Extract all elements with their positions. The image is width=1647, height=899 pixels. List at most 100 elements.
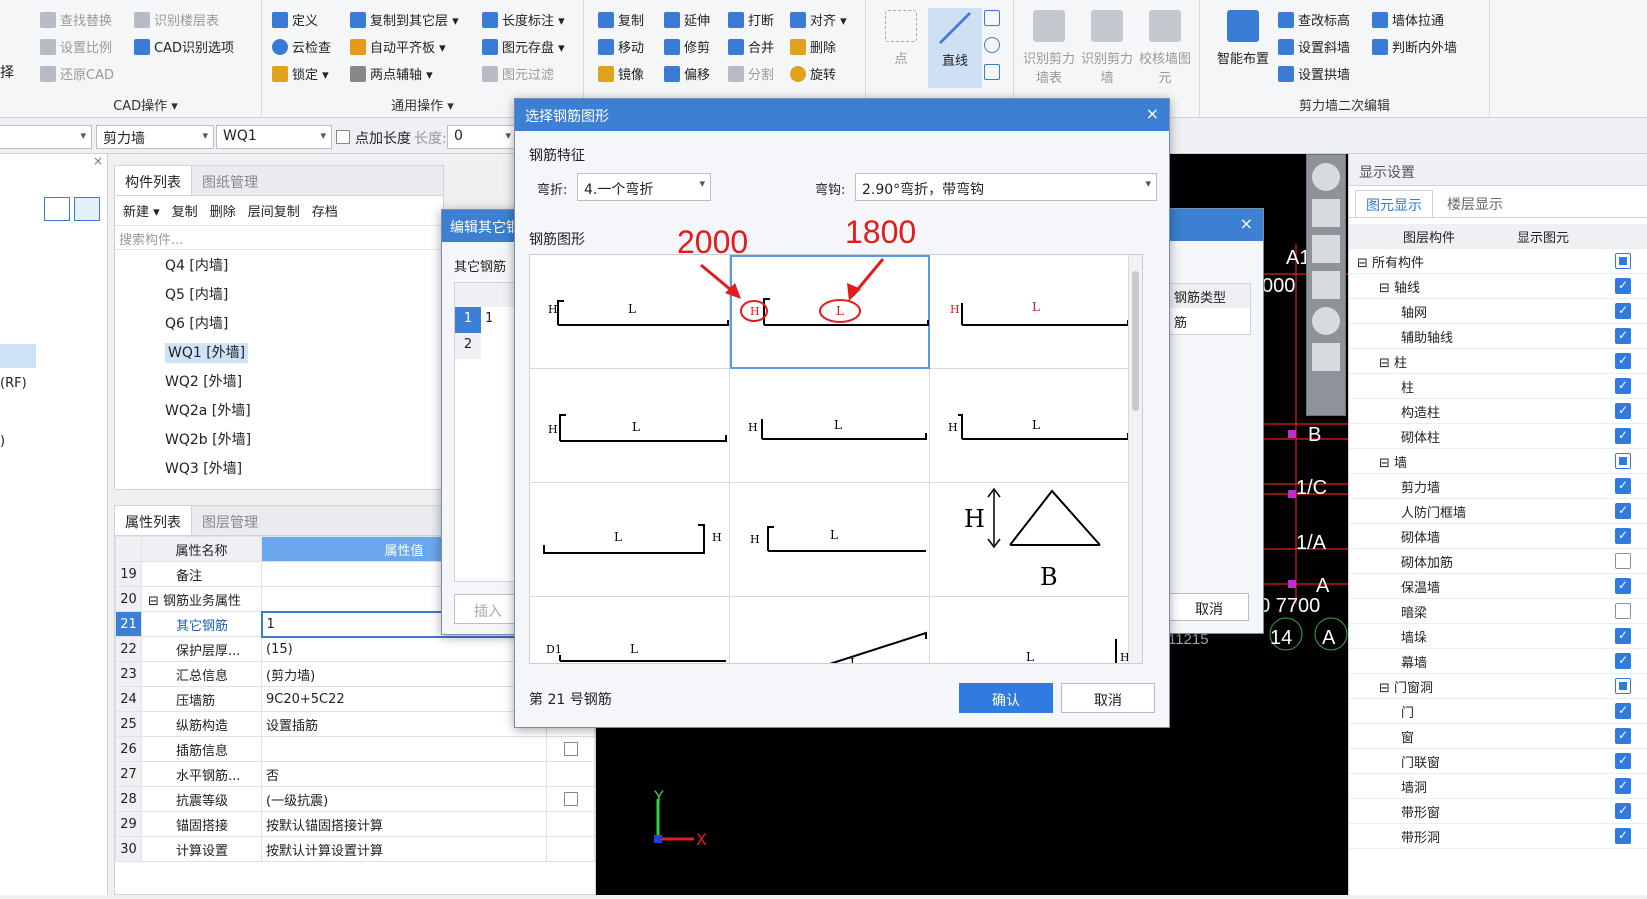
layer-tree-row[interactable]: 墙垛 bbox=[1349, 624, 1647, 649]
layer-tree-row[interactable]: 砌体加筋 bbox=[1349, 549, 1647, 574]
3d-view-icon[interactable] bbox=[1312, 199, 1340, 227]
edit-elevation-button[interactable]: 查改标高 bbox=[1278, 10, 1350, 29]
shape-grid-scrollbar[interactable] bbox=[1128, 255, 1142, 663]
cloud-check-button[interactable]: 云检查 bbox=[272, 37, 331, 56]
scrollbar-thumb[interactable] bbox=[1132, 271, 1139, 411]
layer-tree-row[interactable]: 幕墙 bbox=[1349, 649, 1647, 674]
visibility-checkbox[interactable] bbox=[1615, 453, 1631, 469]
copy-component-button[interactable]: 复制 bbox=[172, 201, 198, 220]
component-list-item[interactable]: WQ3 [外墙] bbox=[115, 453, 443, 482]
rebar-type-cancel-button[interactable]: 取消 bbox=[1169, 593, 1249, 621]
cube-view-icon[interactable] bbox=[1312, 235, 1340, 263]
check-wall-button[interactable]: 校核墙图元 bbox=[1138, 10, 1192, 86]
layer-tree-row[interactable]: 辅助轴线 bbox=[1349, 324, 1647, 349]
floor-select[interactable] bbox=[0, 125, 92, 149]
wall-stretch-button[interactable]: 墙体拉通 bbox=[1372, 10, 1444, 29]
rebar-shape-cell[interactable]: HL bbox=[730, 369, 930, 483]
visibility-checkbox[interactable] bbox=[1615, 403, 1631, 419]
trim-button[interactable]: 修剪 bbox=[664, 37, 710, 56]
layer-tree-row[interactable]: ⊟ 柱 bbox=[1349, 349, 1647, 374]
layer-view-icon[interactable] bbox=[1312, 343, 1340, 371]
tab-element-display[interactable]: 图元显示 bbox=[1355, 190, 1433, 217]
rebar-shape-cell[interactable]: HL bbox=[930, 255, 1130, 369]
visibility-checkbox[interactable] bbox=[1615, 828, 1631, 844]
component-list-item[interactable]: WQ2a [外墙] bbox=[115, 395, 443, 424]
property-row[interactable]: 29 锚固搭接 按默认锚固搭接计算 bbox=[115, 811, 595, 837]
save-element-button[interactable]: 图元存盘 ▾ bbox=[482, 37, 565, 56]
length-dimension-button[interactable]: 长度标注 ▾ bbox=[482, 10, 565, 29]
visibility-checkbox[interactable] bbox=[1615, 378, 1631, 394]
list-view-icon[interactable] bbox=[44, 197, 70, 221]
extend-button[interactable]: 延伸 bbox=[664, 10, 710, 29]
rebar-shape-cell[interactable]: HL bbox=[530, 369, 730, 483]
visibility-checkbox[interactable] bbox=[1615, 803, 1631, 819]
identify-floor-table-button[interactable]: 识别楼层表 bbox=[134, 10, 219, 29]
merge-button[interactable]: 合并 bbox=[728, 37, 774, 56]
bend-select[interactable]: 4.一个弯折 bbox=[577, 173, 711, 201]
layer-tree-row[interactable]: 人防门框墙 bbox=[1349, 499, 1647, 524]
property-row[interactable]: 26 插筋信息 bbox=[115, 736, 595, 762]
layer-tree-row[interactable]: 门联窗 bbox=[1349, 749, 1647, 774]
lock-button[interactable]: 锁定 ▾ bbox=[272, 64, 329, 83]
auto-align-slab-button[interactable]: 自动平齐板 ▾ bbox=[350, 37, 446, 56]
layer-tree-row[interactable]: 门 bbox=[1349, 699, 1647, 724]
layer-tree-row[interactable]: 带形洞 bbox=[1349, 824, 1647, 849]
property-value[interactable]: (剪力墙) bbox=[261, 661, 547, 687]
two-point-axis-button[interactable]: 两点辅轴 ▾ bbox=[350, 64, 433, 83]
close-icon[interactable]: × bbox=[1240, 214, 1253, 233]
set-scale-button[interactable]: 设置比例 bbox=[40, 37, 112, 56]
visibility-checkbox[interactable] bbox=[1615, 428, 1631, 444]
cad-group-label[interactable]: CAD操作 ▾ bbox=[30, 95, 261, 114]
cancel-button[interactable]: 取消 bbox=[1061, 683, 1155, 713]
property-checkbox[interactable] bbox=[563, 742, 578, 756]
component-type-select[interactable]: 剪力墙 bbox=[96, 125, 214, 149]
line-tool-button[interactable]: 直线 bbox=[928, 8, 982, 88]
visibility-checkbox[interactable] bbox=[1615, 353, 1631, 369]
cad-identify-options-button[interactable]: CAD识别选项 bbox=[134, 37, 234, 56]
property-checkbox[interactable] bbox=[563, 792, 578, 806]
visibility-checkbox[interactable] bbox=[1615, 278, 1631, 294]
rebar-shape-cell[interactable]: HL bbox=[730, 483, 930, 597]
visibility-checkbox[interactable] bbox=[1615, 628, 1631, 644]
judge-inner-outer-wall-button[interactable]: 判断内外墙 bbox=[1372, 37, 1457, 56]
layer-tree-row[interactable]: ⊟ 墙 bbox=[1349, 449, 1647, 474]
orbit-icon[interactable] bbox=[1312, 163, 1340, 191]
layer-tree-row[interactable]: ⊟ 轴线 bbox=[1349, 274, 1647, 299]
define-button[interactable]: 定义 bbox=[272, 10, 318, 29]
copy-button[interactable]: 复制 bbox=[598, 10, 644, 29]
detail-view-icon[interactable] bbox=[74, 197, 100, 221]
property-value[interactable]: 按默认锚固搭接计算 bbox=[261, 811, 547, 837]
hook-select[interactable]: 2.90°弯折，带弯钩 bbox=[855, 173, 1157, 201]
tab-layer-management[interactable]: 图层管理 bbox=[192, 506, 268, 535]
component-list-item[interactable]: Q4 [内墙] bbox=[115, 250, 443, 279]
layer-tree-row[interactable]: 暗梁 bbox=[1349, 599, 1647, 624]
tab-floor-display[interactable]: 楼层显示 bbox=[1433, 190, 1517, 217]
visibility-checkbox[interactable] bbox=[1615, 328, 1631, 344]
nav-selected-item[interactable] bbox=[0, 344, 36, 368]
layer-tree-row[interactable]: ⊟ 所有构件 bbox=[1349, 249, 1647, 274]
tab-component-list[interactable]: 构件列表 bbox=[115, 166, 192, 195]
visibility-checkbox[interactable] bbox=[1615, 703, 1631, 719]
box-view-icon[interactable] bbox=[1312, 271, 1340, 299]
visibility-checkbox[interactable] bbox=[1615, 303, 1631, 319]
visibility-checkbox[interactable] bbox=[1615, 728, 1631, 744]
component-list-item[interactable]: WQ1 [外墙] bbox=[115, 337, 443, 366]
align-button[interactable]: 对齐 ▾ bbox=[790, 10, 847, 29]
arc-icon[interactable] bbox=[984, 10, 1000, 26]
tab-drawing-management[interactable]: 图纸管理 bbox=[192, 166, 268, 195]
property-value[interactable]: 设置插筋 bbox=[261, 711, 547, 737]
close-icon[interactable]: × bbox=[1146, 104, 1159, 123]
visibility-checkbox[interactable] bbox=[1615, 778, 1631, 794]
component-name-select[interactable]: WQ1 bbox=[216, 125, 332, 149]
visibility-checkbox[interactable] bbox=[1615, 253, 1631, 269]
layer-tree-row[interactable]: 柱 bbox=[1349, 374, 1647, 399]
layer-tree-row[interactable]: 构造柱 bbox=[1349, 399, 1647, 424]
component-list-item[interactable]: Q5 [内墙] bbox=[115, 279, 443, 308]
break-button[interactable]: 打断 bbox=[728, 10, 774, 29]
component-list-item[interactable]: WQ2b [外墙] bbox=[115, 424, 443, 453]
layer-tree-row[interactable]: 砌体柱 bbox=[1349, 424, 1647, 449]
rebar-shape-cell[interactable]: L bbox=[730, 597, 930, 663]
confirm-button[interactable]: 确认 bbox=[959, 683, 1053, 713]
rebar-type-cell[interactable]: 筋 bbox=[1170, 308, 1250, 334]
insert-button[interactable]: 插入 bbox=[454, 594, 522, 624]
